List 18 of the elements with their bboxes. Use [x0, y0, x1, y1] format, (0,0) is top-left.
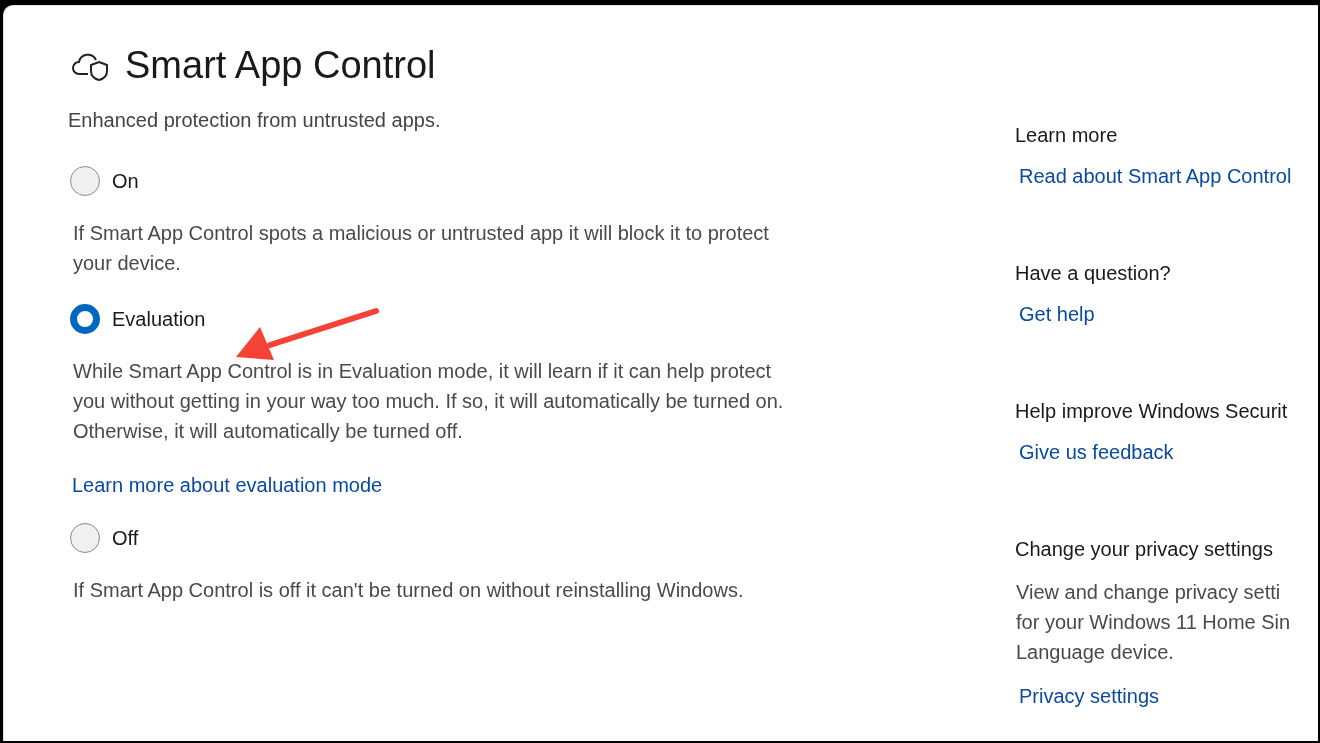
page-title: Smart App Control — [125, 44, 436, 87]
section-heading: Have a question? — [1015, 262, 1172, 285]
section-link[interactable]: Privacy settings — [1019, 685, 1160, 708]
option-description: If Smart App Control spots a malicious or untrusted app it will block it to protect your device. — [73, 221, 770, 276]
radio-option[interactable]: Evaluation — [70, 304, 206, 334]
section-link[interactable]: Read about Smart App Control — [1019, 165, 1292, 188]
option-description: While Smart App Control is in Evaluation mode, it will learn if it can help protect you without getting in your way too much. If so, it will automatically be turned on. Otherwise, it will automatically be turned off. — [73, 359, 785, 444]
section-heading: Help improve Windows Securit — [1015, 400, 1289, 423]
section-heading: Learn more — [1015, 124, 1119, 147]
option-description: If Smart App Control is off it can't be turned on without reinstalling Windows. — [73, 578, 745, 603]
section-text: View and change privacy setti for your Windows 11 Home Sin Language device. — [1016, 580, 1292, 665]
page-subtitle: Enhanced protection from untrusted apps. — [68, 109, 442, 132]
section-heading: Change your privacy settings — [1015, 538, 1274, 561]
radio-option[interactable]: Off — [70, 523, 139, 553]
evaluation-link[interactable]: Learn more about evaluation mode — [72, 474, 383, 497]
radio-option[interactable]: On — [70, 166, 139, 196]
section-link[interactable]: Get help — [1019, 303, 1095, 326]
section-link[interactable]: Give us feedback — [1019, 441, 1174, 464]
